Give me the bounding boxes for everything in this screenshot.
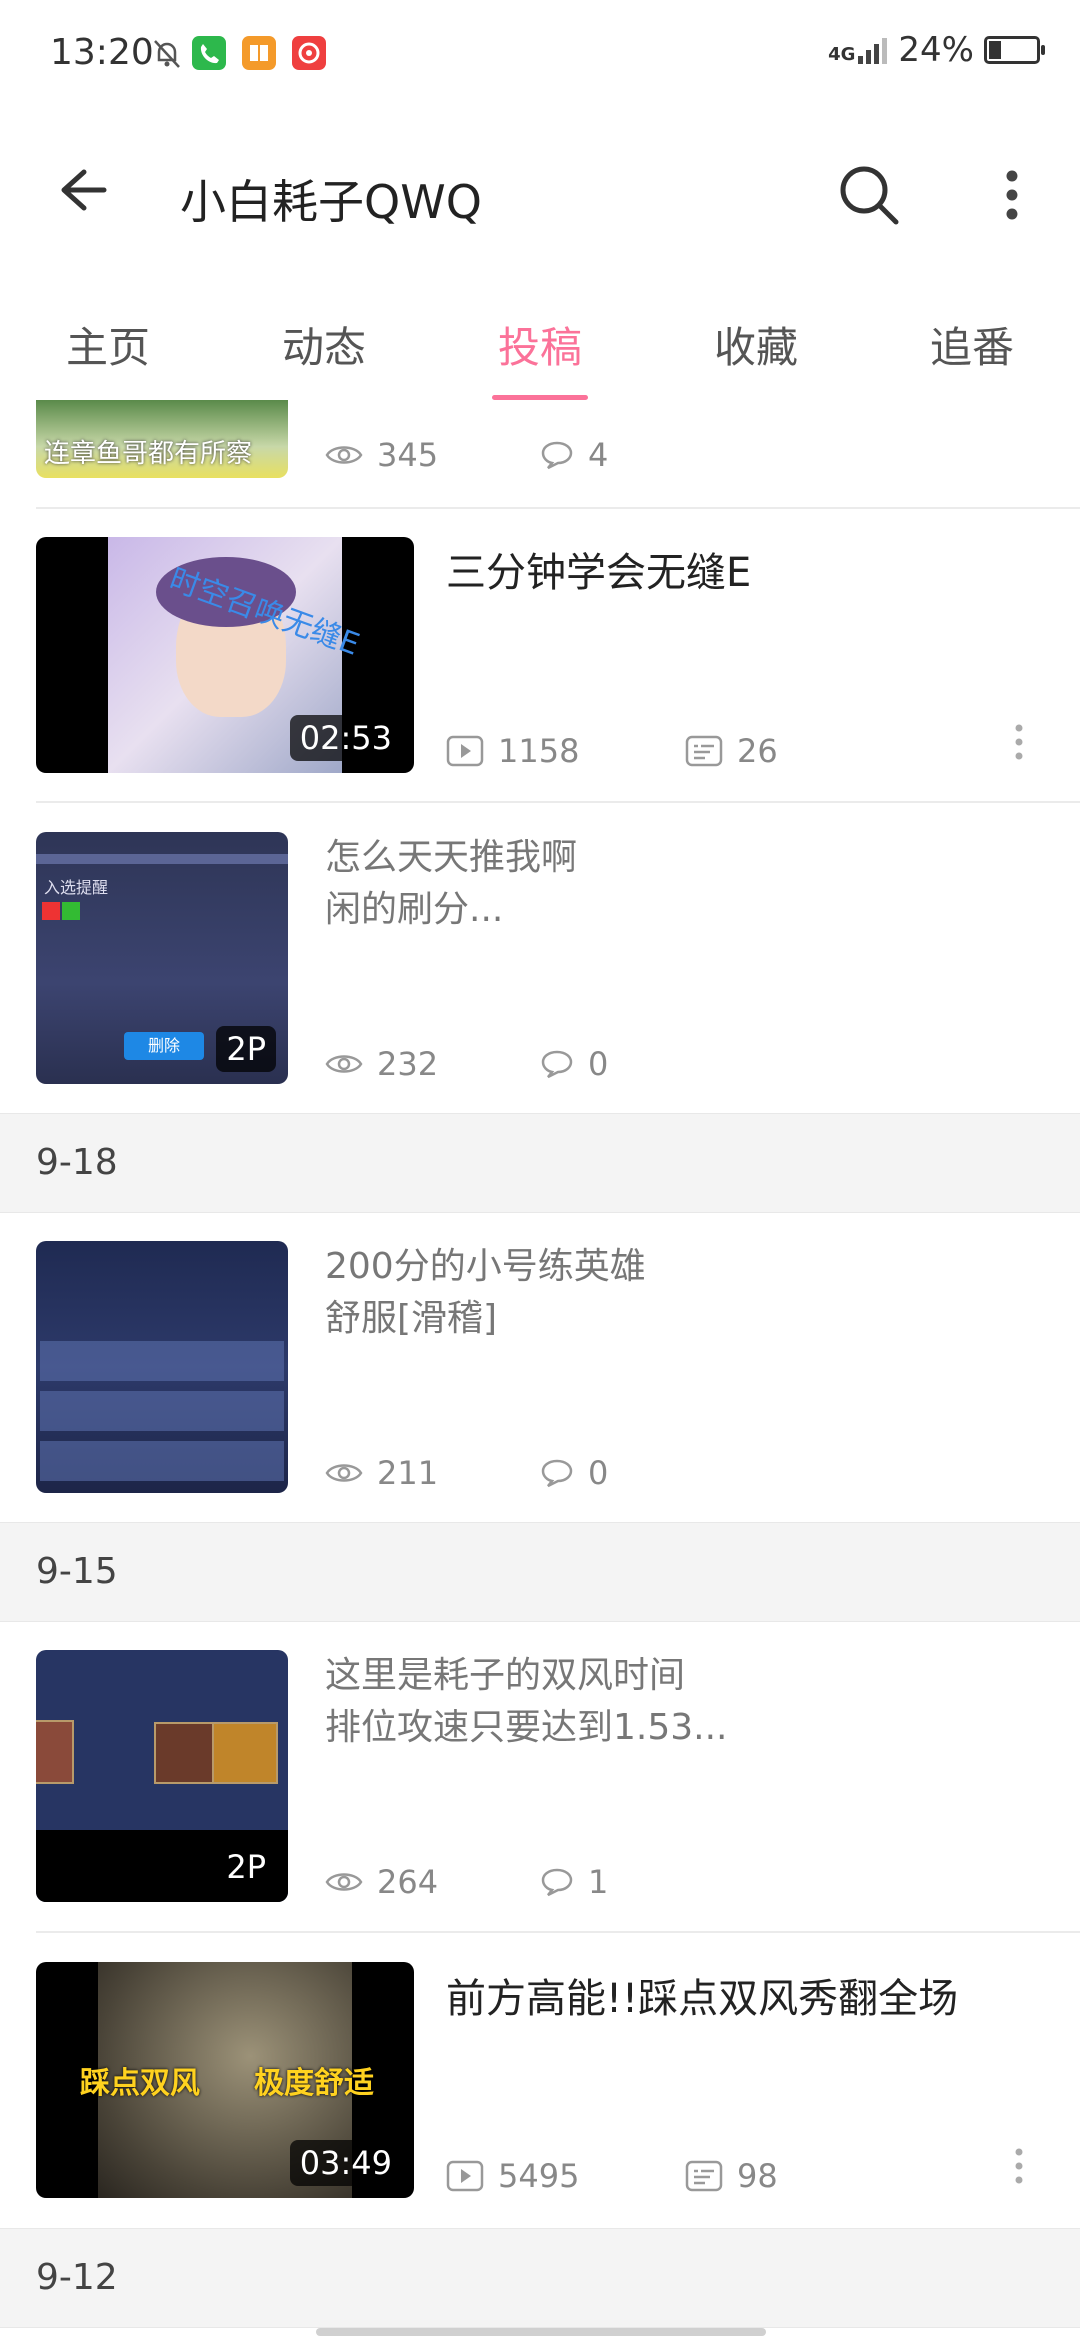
search-icon[interactable] bbox=[836, 162, 902, 228]
video-title[interactable]: 三分钟学会无缝E bbox=[446, 540, 751, 598]
divider bbox=[36, 801, 1080, 803]
eye-icon bbox=[325, 1464, 363, 1482]
eye-icon bbox=[325, 446, 363, 464]
tab-uploads[interactable]: 投稿 bbox=[432, 310, 648, 400]
date-separator: 9-18 bbox=[0, 1113, 1080, 1213]
video-thumbnail[interactable]: 时空召唤无缝E 02:53 bbox=[36, 537, 414, 773]
video-thumbnail[interactable]: 连章鱼哥都有所察 bbox=[36, 400, 288, 478]
comment-count: 0 bbox=[540, 1454, 608, 1492]
view-count: 345 bbox=[325, 436, 438, 474]
tab-home[interactable]: 主页 bbox=[0, 310, 216, 400]
signal-icon: 4G bbox=[828, 36, 888, 64]
play-icon bbox=[446, 2160, 484, 2192]
view-count: 211 bbox=[325, 1454, 438, 1492]
tab-activity[interactable]: 动态 bbox=[216, 310, 432, 400]
part-badge: 2P bbox=[216, 1844, 276, 1890]
video-description[interactable]: 这里是耗子的双风时间 排位攻速只要达到1.53... bbox=[325, 1650, 805, 1754]
video-title[interactable]: 前方高能!!踩点双风秀翻全场 bbox=[446, 1966, 958, 2024]
network-label: 4G bbox=[828, 44, 856, 65]
eye-icon bbox=[325, 1055, 363, 1073]
video-description[interactable]: 200分的小号练英雄 舒服[滑稽] bbox=[325, 1241, 805, 1345]
comment-icon bbox=[541, 441, 573, 470]
video-thumbnail[interactable]: 入选提醒 删除 2P bbox=[36, 832, 288, 1084]
thumbnail-caption: 连章鱼哥都有所察 bbox=[44, 439, 253, 469]
divider bbox=[36, 1931, 1080, 1933]
tab-favorites[interactable]: 收藏 bbox=[648, 310, 864, 400]
status-right: 4G 24% bbox=[828, 30, 1045, 70]
page-title: 小白耗子QWQ bbox=[180, 175, 482, 229]
eye-icon bbox=[325, 1873, 363, 1891]
thumbnail-button: 删除 bbox=[124, 1032, 204, 1060]
part-badge: 2P bbox=[216, 1026, 276, 1072]
tab-bangumi[interactable]: 追番 bbox=[864, 310, 1080, 400]
play-icon bbox=[446, 735, 484, 767]
comment-icon bbox=[541, 1050, 573, 1079]
video-thumbnail[interactable]: 2P bbox=[36, 1650, 288, 1902]
video-description[interactable]: 怎么天天推我啊 闲的刷分... bbox=[325, 832, 805, 936]
danmaku-icon bbox=[685, 2160, 723, 2192]
divider bbox=[36, 507, 1080, 509]
play-count: 5495 bbox=[446, 2157, 579, 2195]
comment-count: 1 bbox=[540, 1863, 608, 1901]
mute-bell-icon bbox=[152, 38, 182, 74]
duration-badge: 02:53 bbox=[289, 715, 402, 761]
thumbnail-caption: 入选提醒 bbox=[44, 878, 109, 897]
date-separator: 9-15 bbox=[0, 1522, 1080, 1622]
book-icon bbox=[242, 36, 276, 70]
video-thumbnail[interactable] bbox=[36, 1241, 288, 1493]
comment-icon bbox=[541, 1459, 573, 1488]
thumbnail-caption-left: 踩点双风 bbox=[80, 2066, 200, 2101]
more-vertical-icon[interactable] bbox=[1000, 160, 1024, 230]
comment-icon bbox=[541, 1868, 573, 1897]
danmaku-icon bbox=[685, 735, 723, 767]
phone-icon bbox=[192, 36, 226, 70]
status-time: 13:20 bbox=[50, 32, 154, 73]
comment-count: 4 bbox=[540, 436, 608, 474]
record-icon bbox=[292, 36, 326, 70]
view-count: 232 bbox=[325, 1045, 438, 1083]
danmaku-count: 98 bbox=[685, 2157, 778, 2195]
tab-bar: 主页 动态 投稿 收藏 追番 bbox=[0, 310, 1080, 400]
comment-count: 0 bbox=[540, 1045, 608, 1083]
danmaku-count: 26 bbox=[685, 732, 778, 770]
back-arrow-icon[interactable] bbox=[50, 160, 110, 220]
battery-icon bbox=[984, 36, 1045, 64]
more-vertical-icon[interactable] bbox=[1014, 2146, 1024, 2186]
home-indicator[interactable] bbox=[316, 2328, 766, 2336]
thumbnail-caption-right: 极度舒适 bbox=[254, 2066, 374, 2101]
play-count: 1158 bbox=[446, 732, 579, 770]
video-thumbnail[interactable]: 踩点双风 极度舒适 03:49 bbox=[36, 1962, 414, 2198]
duration-badge: 03:49 bbox=[289, 2140, 402, 2186]
more-vertical-icon[interactable] bbox=[1014, 722, 1024, 762]
date-separator: 9-12 bbox=[0, 2228, 1080, 2328]
battery-percent: 24% bbox=[898, 30, 974, 70]
view-count: 264 bbox=[325, 1863, 438, 1901]
